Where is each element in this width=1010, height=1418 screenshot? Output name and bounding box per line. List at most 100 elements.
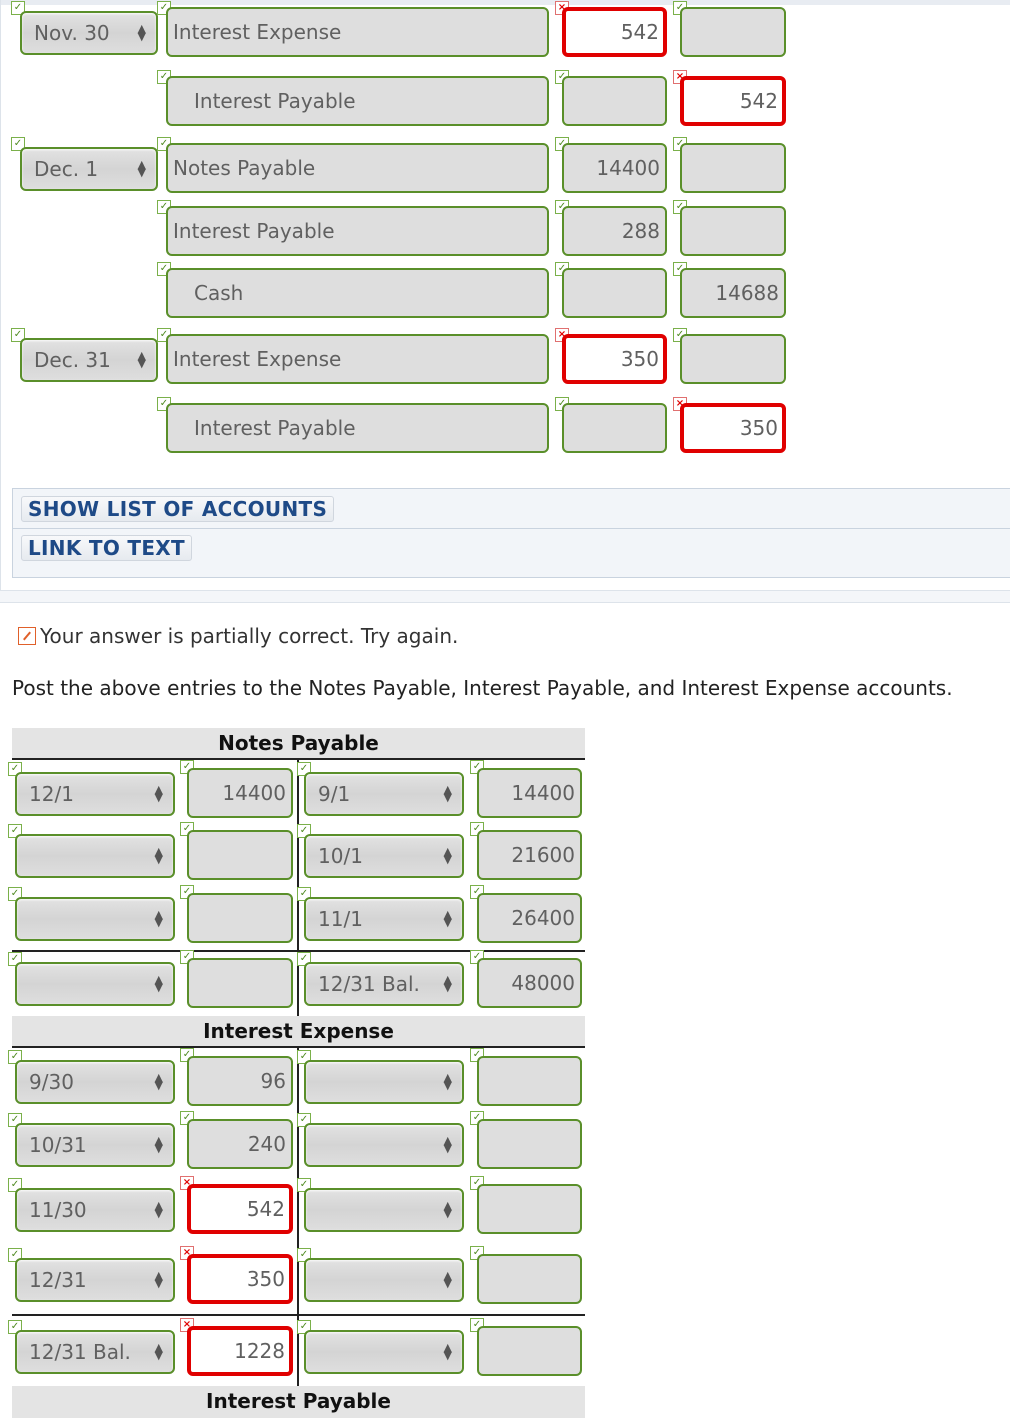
updown-arrows-icon: ▲ ▼ <box>154 908 163 929</box>
right-amount-field[interactable] <box>477 1326 582 1376</box>
credit-field[interactable] <box>680 334 786 384</box>
right-amount-field[interactable]: 48000 <box>477 958 582 1008</box>
credit-field[interactable]: 350 <box>680 403 786 453</box>
t-account-title: Notes Payable <box>12 728 585 760</box>
debit-field[interactable]: 288 <box>562 206 667 256</box>
right-date-select[interactable]: ▲ ▼ <box>304 1330 464 1374</box>
updown-arrows-icon: ▲ ▼ <box>443 1071 452 1092</box>
left-date-select[interactable]: 9/30 ▲ ▼ <box>15 1060 175 1104</box>
updown-arrows-icon: ▲ ▼ <box>443 973 452 994</box>
right-amount-field[interactable]: 26400 <box>477 893 582 943</box>
right-date-select[interactable]: 11/1 ▲ ▼ <box>304 897 464 941</box>
instruction-text: Post the above entries to the Notes Paya… <box>12 676 953 700</box>
select-value: 11/30 <box>29 1198 87 1222</box>
t-account-title: Interest Payable <box>12 1386 585 1418</box>
account-field[interactable]: Notes Payable <box>166 143 549 193</box>
left-amount-field[interactable]: 542 <box>187 1184 293 1234</box>
updown-arrows-icon: ▲ ▼ <box>443 1199 452 1220</box>
debit-field[interactable]: 14400 <box>562 143 667 193</box>
credit-field[interactable] <box>680 206 786 256</box>
debit-field[interactable]: 350 <box>562 334 667 384</box>
updown-arrows-icon: ▲ ▼ <box>154 1199 163 1220</box>
account-field[interactable]: Interest Payable <box>166 76 549 126</box>
updown-arrows-icon: ▲ ▼ <box>137 349 146 370</box>
debit-field[interactable] <box>562 268 667 318</box>
select-value: Dec. 1 <box>34 157 99 181</box>
updown-arrows-icon: ▲ ▼ <box>154 783 163 804</box>
debit-field[interactable] <box>562 76 667 126</box>
right-date-select[interactable]: 10/1 ▲ ▼ <box>304 834 464 878</box>
feedback-message: Your answer is partially correct. Try ag… <box>18 624 458 648</box>
select-value: 12/31 <box>29 1268 87 1292</box>
date-select[interactable]: Nov. 30 ▲ ▼ <box>20 11 158 55</box>
select-value: Nov. 30 <box>34 21 110 45</box>
left-amount-field[interactable] <box>187 958 293 1008</box>
account-field[interactable]: Cash <box>166 268 549 318</box>
updown-arrows-icon: ▲ ▼ <box>443 908 452 929</box>
select-value: 12/31 Bal. <box>318 972 420 996</box>
select-value: 9/1 <box>318 782 351 806</box>
select-value: 12/31 Bal. <box>29 1340 131 1364</box>
top-band <box>0 0 1010 5</box>
right-date-select[interactable]: 9/1 ▲ ▼ <box>304 772 464 816</box>
updown-arrows-icon: ▲ ▼ <box>154 845 163 866</box>
left-amount-field[interactable]: 14400 <box>187 768 293 818</box>
feedback-text: Your answer is partially correct. Try ag… <box>40 624 459 648</box>
partially-correct-icon <box>18 627 36 645</box>
right-amount-field[interactable] <box>477 1056 582 1106</box>
link-to-text-button[interactable]: LINK TO TEXT <box>21 535 192 561</box>
account-field[interactable]: Interest Expense <box>166 334 549 384</box>
date-select[interactable]: Dec. 31 ▲ ▼ <box>20 338 158 382</box>
credit-field[interactable]: 14688 <box>680 268 786 318</box>
updown-arrows-icon: ▲ ▼ <box>443 845 452 866</box>
left-date-select[interactable]: 12/31 Bal. ▲ ▼ <box>15 1330 175 1374</box>
right-date-select[interactable]: ▲ ▼ <box>304 1188 464 1232</box>
right-date-select[interactable]: 12/31 Bal. ▲ ▼ <box>304 962 464 1006</box>
button-panel: SHOW LIST OF ACCOUNTS LINK TO TEXT <box>12 488 1010 578</box>
left-date-select[interactable]: 11/30 ▲ ▼ <box>15 1188 175 1232</box>
select-value: 10/1 <box>318 844 363 868</box>
show-list-of-accounts-button[interactable]: SHOW LIST OF ACCOUNTS <box>21 496 335 522</box>
left-date-select[interactable]: 10/31 ▲ ▼ <box>15 1123 175 1167</box>
left-date-select[interactable]: 12/1 ▲ ▼ <box>15 772 175 816</box>
left-date-select[interactable]: ▲ ▼ <box>15 897 175 941</box>
left-amount-field[interactable]: 1228 <box>187 1326 293 1376</box>
right-amount-field[interactable]: 21600 <box>477 830 582 880</box>
left-amount-field[interactable] <box>187 893 293 943</box>
panel-divider <box>13 528 1010 529</box>
balance-rule <box>12 1314 585 1316</box>
right-amount-field[interactable] <box>477 1119 582 1169</box>
left-amount-field[interactable]: 350 <box>187 1254 293 1304</box>
debit-field[interactable]: 542 <box>562 7 667 57</box>
updown-arrows-icon: ▲ ▼ <box>154 1269 163 1290</box>
select-value: 11/1 <box>318 907 363 931</box>
left-date-select[interactable]: ▲ ▼ <box>15 962 175 1006</box>
left-date-select[interactable]: 12/31 ▲ ▼ <box>15 1258 175 1302</box>
debit-field[interactable] <box>562 403 667 453</box>
right-date-select[interactable]: ▲ ▼ <box>304 1123 464 1167</box>
left-date-select[interactable]: ▲ ▼ <box>15 834 175 878</box>
right-amount-field[interactable] <box>477 1254 582 1304</box>
account-field[interactable]: Interest Payable <box>166 206 549 256</box>
right-amount-field[interactable]: 14400 <box>477 768 582 818</box>
right-date-select[interactable]: ▲ ▼ <box>304 1060 464 1104</box>
credit-field[interactable] <box>680 7 786 57</box>
right-amount-field[interactable] <box>477 1184 582 1234</box>
updown-arrows-icon: ▲ ▼ <box>137 158 146 179</box>
credit-field[interactable] <box>680 143 786 193</box>
account-field[interactable]: Interest Expense <box>166 7 549 57</box>
updown-arrows-icon: ▲ ▼ <box>154 973 163 994</box>
account-field[interactable]: Interest Payable <box>166 403 549 453</box>
updown-arrows-icon: ▲ ▼ <box>137 22 146 43</box>
left-amount-field[interactable] <box>187 830 293 880</box>
left-amount-field[interactable]: 240 <box>187 1119 293 1169</box>
section-divider <box>0 590 1010 603</box>
date-select[interactable]: Dec. 1 ▲ ▼ <box>20 147 158 191</box>
t-account-divider <box>297 1048 299 1386</box>
credit-field[interactable]: 542 <box>680 76 786 126</box>
left-border <box>0 0 1 590</box>
t-account-title: Interest Expense <box>12 1016 585 1048</box>
right-date-select[interactable]: ▲ ▼ <box>304 1258 464 1302</box>
left-amount-field[interactable]: 96 <box>187 1056 293 1106</box>
select-value: Dec. 31 <box>34 348 111 372</box>
